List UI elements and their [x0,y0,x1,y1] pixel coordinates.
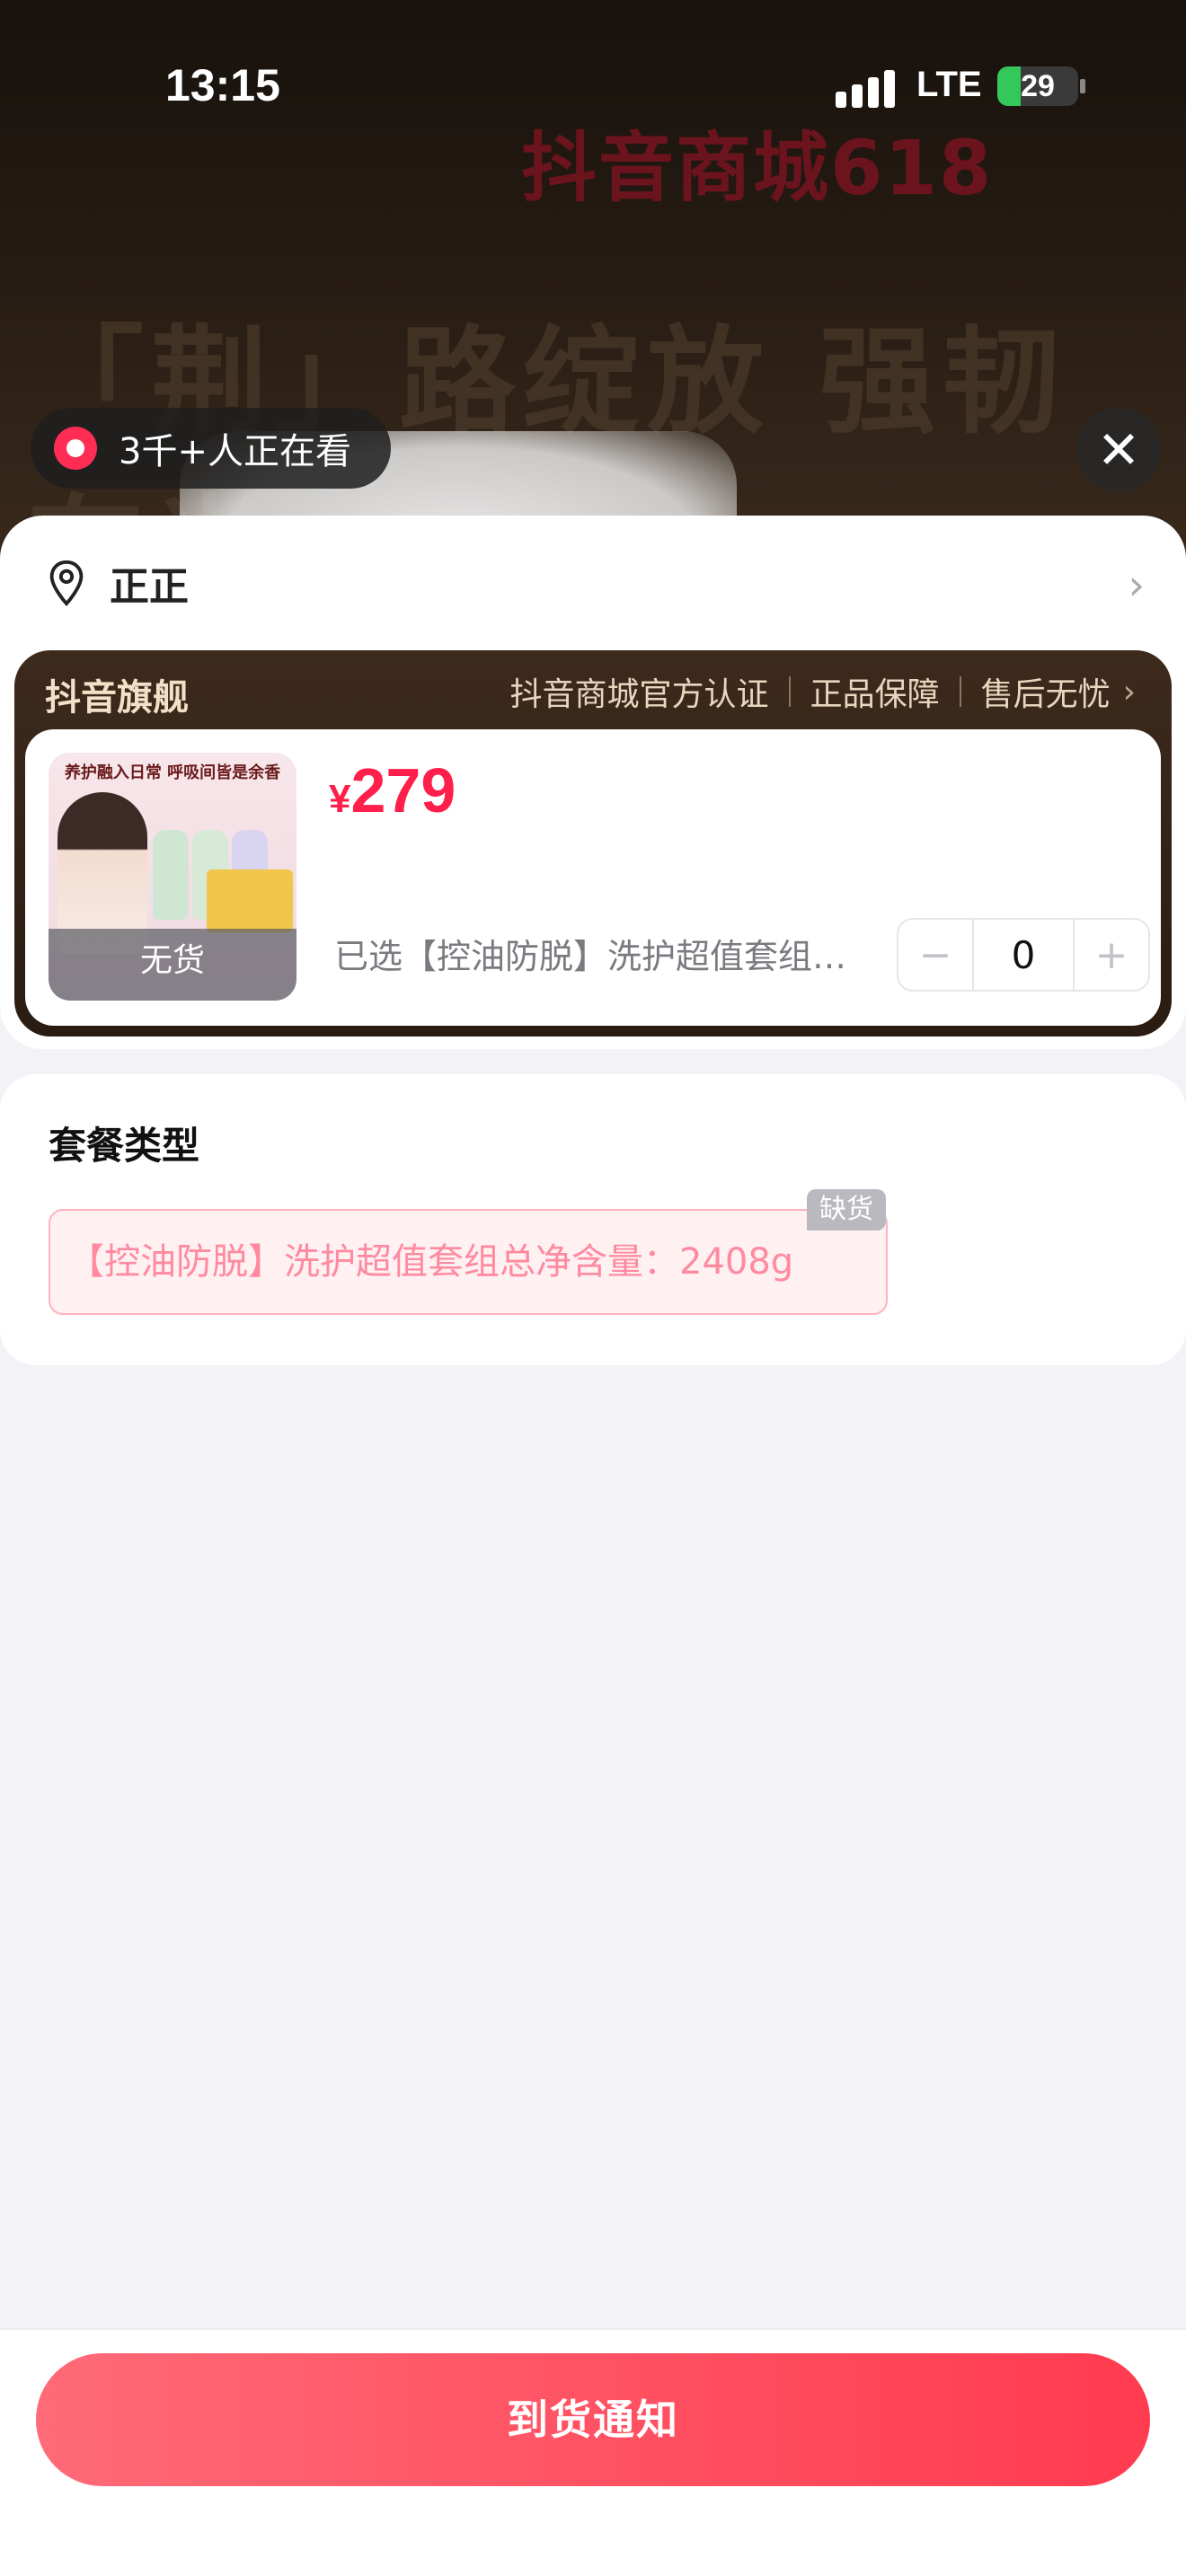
status-bar: 13:15 LTE 29 [0,0,1186,180]
plus-button[interactable]: + [1075,920,1148,990]
badge-authentic: 正品保障 [810,676,940,713]
signal-icon [836,68,898,108]
badge-aftersales: 售后无忧 [980,676,1111,713]
package-title: 套餐类型 [49,1124,200,1168]
restock-notify-button[interactable]: 到货通知 [36,2353,1150,2486]
chevron-right-icon: › [1128,560,1145,609]
viewers-text: 3千+人正在看 [119,431,351,472]
store-card: 抖音旗舰 抖音商城官方认证 正品保障 售后无忧 › 养护融入日常 呼吸间皆是余香… [14,650,1172,1037]
gift-box [207,869,293,932]
badge-divider [788,676,791,707]
selected-variant: 已选【控油防脱】洗护超值套组总净含量：2408g [334,937,873,976]
battery-icon: 29 [997,66,1078,106]
product-price: ¥279 [329,754,456,826]
currency-symbol: ¥ [329,777,351,821]
product-card: 养护融入日常 呼吸间皆是余香 无货 ¥279 已选【控油防脱】洗护超值套组总净含… [25,729,1161,1026]
out-of-stock-badge: 缺货 [807,1189,886,1231]
battery-cap [1080,79,1085,93]
product-image-header: 养护融入日常 呼吸间皆是余香 [64,763,281,782]
network-label: LTE [916,65,982,104]
badge-divider [959,676,961,707]
stock-overlay: 无货 [49,929,296,1001]
store-badges[interactable]: 抖音商城官方认证 正品保障 售后无忧 › [510,668,1136,715]
badge-official: 抖音商城官方认证 [509,676,769,713]
quantity-value[interactable]: 0 [972,920,1075,990]
live-icon [54,427,97,470]
chevron-right-icon: › [1122,673,1136,710]
location-pin-icon [49,560,84,607]
bottom-bar: 到货通知 [0,2328,1186,2576]
close-button[interactable]: ✕ [1076,408,1161,492]
quantity-stepper: − 0 + [897,918,1150,992]
package-section: 套餐类型 【控油防脱】洗护超值套组总净含量：2408g 缺货 [0,1074,1186,1365]
product-image[interactable]: 养护融入日常 呼吸间皆是余香 无货 [49,753,296,1001]
address-row[interactable]: 正正 › [0,516,1186,650]
store-name: 抖音旗舰 [45,677,189,719]
price-value: 279 [350,755,456,825]
live-viewers-badge[interactable]: 3千+人正在看 [31,408,391,489]
package-option[interactable]: 【控油防脱】洗护超值套组总净含量：2408g [49,1209,888,1315]
battery-level: 29 [1021,69,1055,103]
address-text: 正正 [110,564,189,610]
status-time: 13:15 [165,60,280,110]
minus-button[interactable]: − [898,920,972,990]
bottle-shape [153,830,189,920]
